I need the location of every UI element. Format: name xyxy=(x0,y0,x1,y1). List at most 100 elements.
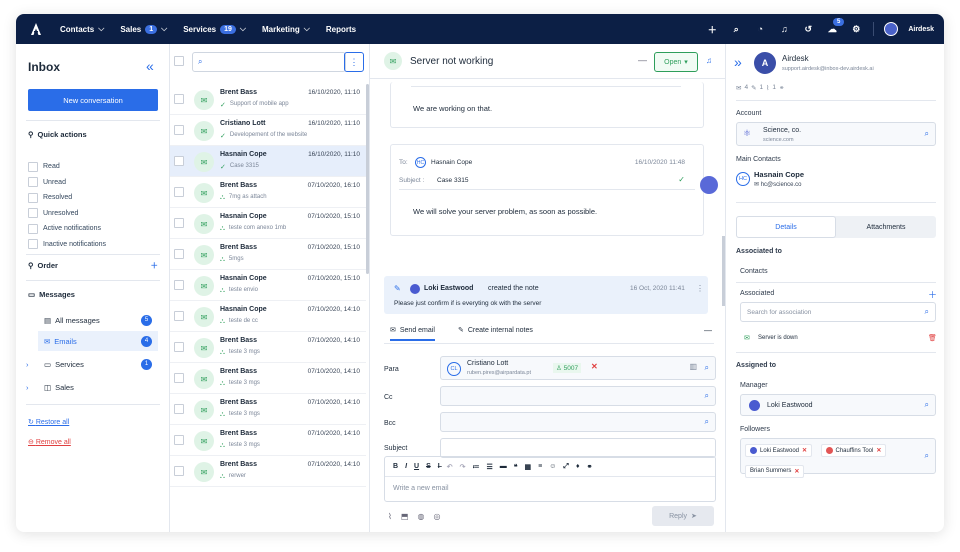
quick-action-active-notifications[interactable]: Active notifications xyxy=(28,221,106,237)
remove-all-link[interactable]: ⊖ Remove all xyxy=(28,438,71,446)
redo-icon[interactable]: ↷ xyxy=(460,463,466,471)
cc-field[interactable]: ⌕ xyxy=(440,386,716,406)
quick-action-unread[interactable]: Unread xyxy=(28,175,106,191)
main-contact-name[interactable]: Hasnain Cope xyxy=(754,170,804,179)
underline-icon[interactable]: U xyxy=(414,463,419,470)
sidebar-item-all-messages[interactable]: ▤ All messages 5 xyxy=(38,310,158,330)
quick-action-inactive-notifications[interactable]: Inactive notifications xyxy=(28,237,106,253)
checkbox[interactable] xyxy=(174,156,184,166)
tab-internal-notes[interactable]: ✎ Create internal notes xyxy=(458,326,533,335)
search-icon[interactable]: ⌕ xyxy=(729,22,743,36)
more-options-button[interactable]: ⋮ xyxy=(344,52,364,72)
remove-follower-icon[interactable]: ✕ xyxy=(794,468,799,475)
bell-icon[interactable]: ♫ xyxy=(706,56,712,65)
user-name[interactable]: Airdesk xyxy=(908,26,934,33)
checkbox[interactable] xyxy=(174,249,184,259)
list-item[interactable]: ✉ Brent Bass 07/10/2020, 14:10 ⛬ teste 3 mgs xyxy=(170,425,366,456)
avatar[interactable] xyxy=(884,22,899,36)
order-header[interactable]: ⚲ Order ＋ xyxy=(28,260,158,271)
search-icon[interactable]: ⌕ xyxy=(925,400,929,410)
bell-icon[interactable]: ♫ xyxy=(777,22,791,36)
sidebar-item-services[interactable]: › ▭ Services 1 xyxy=(26,354,158,374)
tab-details[interactable]: Details xyxy=(736,216,836,238)
signature-icon[interactable]: ◎ xyxy=(433,512,440,521)
globe-icon[interactable]: ◍ xyxy=(417,512,424,521)
checkbox[interactable] xyxy=(174,404,184,414)
emoji-icon[interactable]: ☺ xyxy=(549,463,556,470)
list-item[interactable]: ✉ Hasnain Cope 16/10/2020, 11:10 ✓ Case 3315 xyxy=(170,146,366,177)
nav-services[interactable]: Services 19 ⌵ xyxy=(183,24,246,34)
checkbox[interactable] xyxy=(174,125,184,135)
add-association-icon[interactable]: ＋ xyxy=(928,288,937,301)
nav-reports[interactable]: Reports xyxy=(326,25,356,34)
sidebar-item-sales[interactable]: › ◫ Sales xyxy=(26,377,158,397)
checkbox[interactable] xyxy=(174,187,184,197)
checkbox[interactable] xyxy=(174,342,184,352)
list-item[interactable]: ✉ Hasnain Cope 07/10/2020, 15:10 ⛬ teste env… xyxy=(170,270,366,301)
editor-placeholder[interactable]: Write a new email xyxy=(385,477,715,500)
fullscreen-icon[interactable]: ⤢ xyxy=(563,463,569,471)
checkbox[interactable] xyxy=(174,280,184,290)
account-field[interactable]: ⚛ Science, co. science.com ⌕ xyxy=(736,122,936,146)
list-item[interactable]: ✉ Cristiano Lott 16/10/2020, 11:10 ✓ Develop… xyxy=(170,115,366,146)
recipient-name[interactable]: Hasnain Cope xyxy=(431,159,472,166)
para-field[interactable]: CL Cristiano Lott ruben.pires@airpardata… xyxy=(440,356,716,380)
checkbox[interactable] xyxy=(174,311,184,321)
remove-follower-icon[interactable]: ✕ xyxy=(876,447,881,454)
tab-attachments[interactable]: Attachments xyxy=(836,216,936,238)
checkbox[interactable] xyxy=(174,466,184,476)
link-icon[interactable]: ⚭ xyxy=(587,463,593,471)
checkbox[interactable] xyxy=(174,94,184,104)
template-icon[interactable]: ⬒ xyxy=(401,512,409,521)
quick-action-resolved[interactable]: Resolved xyxy=(28,190,106,206)
checkbox[interactable] xyxy=(28,223,38,234)
more-options-icon[interactable]: ⋮ xyxy=(696,284,704,293)
settings-icon[interactable]: ⚙ xyxy=(849,22,863,36)
search-icon[interactable]: ⌕ xyxy=(705,417,709,427)
checkbox[interactable] xyxy=(174,218,184,228)
association-search-input[interactable]: Search for association ⌕ xyxy=(740,302,936,322)
remove-recipient-icon[interactable]: ✕ xyxy=(591,362,598,371)
list-item[interactable]: ✉ Brent Bass 07/10/2020, 14:10 ⛬ teste 3 mgs xyxy=(170,332,366,363)
quote-icon[interactable]: ❝ xyxy=(514,463,518,471)
list-item[interactable]: ✉ Brent Bass 16/10/2020, 11:10 ✓ Support of … xyxy=(170,84,366,115)
horizontal-rule-icon[interactable]: ▬ xyxy=(500,463,507,470)
followers-field[interactable]: Loki Eastwood ✕ Chauffins Tool ✕ Brian Sum… xyxy=(740,438,936,478)
timer-icon[interactable]: ◔ xyxy=(753,22,767,36)
list-item[interactable]: ✉ Hasnain Cope 07/10/2020, 15:10 ⛬ teste com… xyxy=(170,208,366,239)
checkbox[interactable] xyxy=(28,177,38,188)
quick-action-unresolved[interactable]: Unresolved xyxy=(28,206,106,222)
collapse-sidebar-icon[interactable]: « xyxy=(146,58,154,74)
list-item[interactable]: ✉ Hasnain Cope 07/10/2020, 14:10 ⛬ teste de … xyxy=(170,301,366,332)
microphone-icon[interactable]: ♦ xyxy=(576,463,580,470)
association-item[interactable]: Server is down xyxy=(758,335,798,341)
scrollbar[interactable] xyxy=(722,236,725,306)
airdesk-logo-icon[interactable] xyxy=(16,22,56,36)
search-icon[interactable]: ⌕ xyxy=(705,363,709,373)
manager-field[interactable]: Loki Eastwood ⌕ xyxy=(740,394,936,416)
checkbox[interactable] xyxy=(28,192,38,203)
bullet-list-icon[interactable]: ☰ xyxy=(486,463,492,471)
table-icon[interactable]: ▦ xyxy=(525,463,532,471)
list-item[interactable]: ✉ Brent Bass 07/10/2020, 16:10 ⛬ 7mg as atta… xyxy=(170,177,366,208)
select-all-checkbox[interactable] xyxy=(174,56,184,66)
minimize-icon[interactable]: — xyxy=(638,55,647,65)
quick-action-read[interactable]: Read xyxy=(28,159,106,175)
status-dropdown[interactable]: Open ▾ xyxy=(654,52,698,72)
search-icon[interactable]: ⌕ xyxy=(705,391,709,401)
clipboard-icon[interactable]: ▥ xyxy=(689,362,697,371)
plus-icon[interactable]: ＋ xyxy=(705,22,719,36)
nav-marketing[interactable]: Marketing ⌵ xyxy=(262,24,310,34)
ordered-list-icon[interactable]: ≔ xyxy=(472,463,479,471)
minimize-icon[interactable]: — xyxy=(704,326,712,335)
checkbox[interactable] xyxy=(174,435,184,445)
list-item[interactable]: ✉ Brent Bass 07/10/2020, 14:10 ⛬ rerwer xyxy=(170,456,366,487)
email-editor[interactable]: B I U S I̶ ↶ ↷ ≔ ☰ ▬ ❝ ▦ ≡ ☺ ⤢ ♦ ⚭ Write… xyxy=(384,456,716,502)
search-icon[interactable]: ⌕ xyxy=(925,451,929,461)
restore-all-link[interactable]: ↻ Restore all xyxy=(28,418,69,426)
new-conversation-button[interactable]: New conversation xyxy=(28,89,158,111)
expand-panel-icon[interactable]: » xyxy=(734,54,742,70)
cloud-notifications-icon[interactable]: ☁ 5 xyxy=(825,18,845,36)
scrollbar[interactable] xyxy=(366,84,369,274)
remove-follower-icon[interactable]: ✕ xyxy=(802,447,807,454)
